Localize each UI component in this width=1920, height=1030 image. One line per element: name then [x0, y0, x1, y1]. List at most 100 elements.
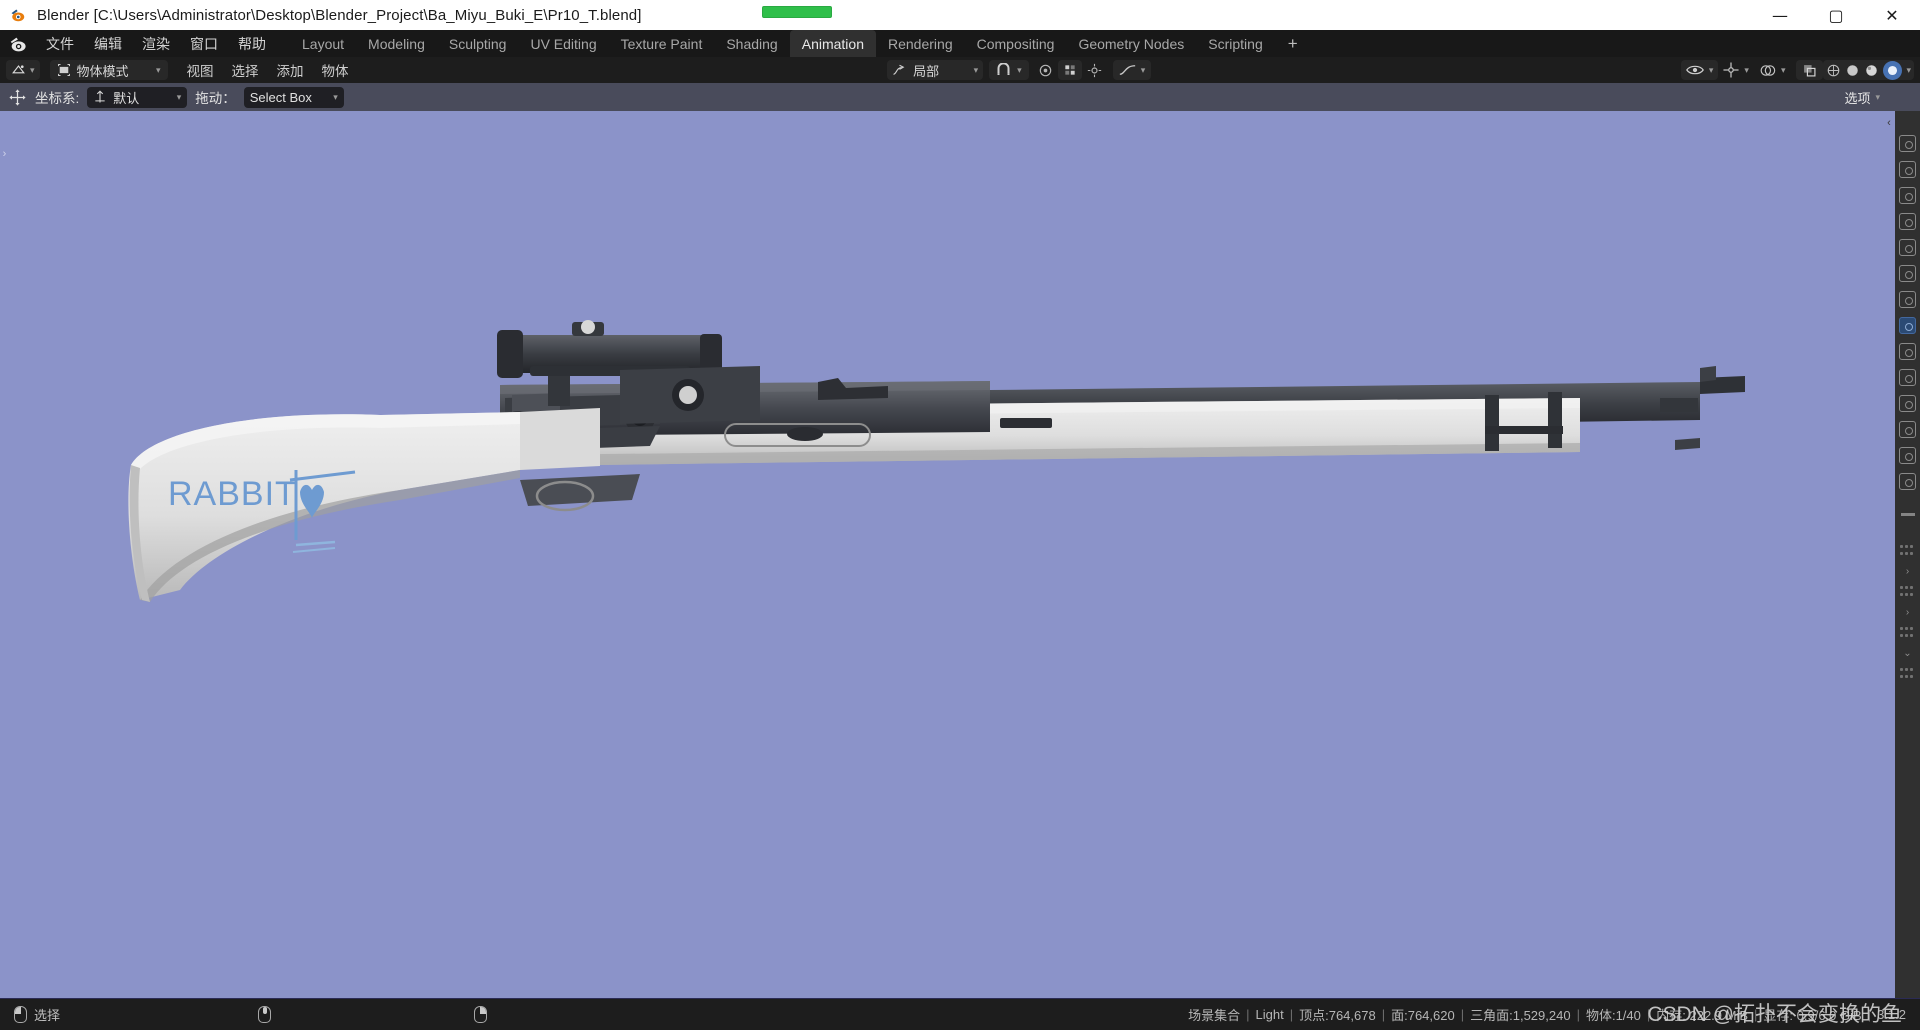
constraint-properties-tab-icon[interactable] — [1899, 421, 1916, 438]
snapping-chevron-down-icon: ▾ — [1017, 64, 1022, 75]
gizmo-toggle[interactable]: ▾ — [1718, 60, 1754, 80]
interaction-mode-label: 物体模式 — [76, 63, 129, 79]
snap-with-selector[interactable] — [1057, 60, 1082, 80]
overlays-toggle[interactable]: ▾ — [1754, 60, 1791, 80]
proportional-falloff-selector[interactable]: ▾ — [1112, 60, 1152, 80]
drag-action-selector[interactable]: Select Box ▾ — [243, 86, 344, 108]
shading-rendered-icon — [1888, 65, 1898, 75]
viewlayer-properties-tab-icon[interactable] — [1899, 213, 1916, 230]
rail-chevron-down-icon[interactable]: ⌄ — [1903, 648, 1911, 659]
tab-compositing[interactable]: Compositing — [965, 30, 1067, 57]
menu-window[interactable]: 窗口 — [180, 30, 228, 58]
timeline-handle-icon[interactable] — [1900, 586, 1915, 598]
shading-chevron-down-icon: ▾ — [1906, 64, 1911, 75]
viewport-menu-select[interactable]: 选择 — [223, 57, 268, 83]
rail-chevron-icon-2[interactable]: › — [1906, 607, 1909, 618]
blender-logo-icon — [11, 9, 25, 22]
tool-options-label: 选项 — [1844, 91, 1871, 106]
tweak-tool-icon[interactable] — [8, 88, 27, 107]
stat-collection: 场景集合 — [1188, 1008, 1241, 1023]
scene-properties-tab-icon[interactable] — [1899, 239, 1916, 256]
add-workspace-button[interactable]: + — [1275, 30, 1311, 57]
material-properties-tab-icon[interactable] — [1899, 473, 1916, 490]
modifier-properties-tab-icon[interactable] — [1899, 343, 1916, 360]
mouse-middle-icon — [258, 1006, 272, 1023]
tab-uv-editing[interactable]: UV Editing — [518, 30, 608, 57]
coordinate-chevron-down-icon: ▾ — [176, 91, 182, 102]
rifle-model-render: RABBIT — [128, 320, 1745, 602]
tab-texture-paint[interactable]: Texture Paint — [609, 30, 715, 57]
close-button[interactable]: ✕ — [1864, 0, 1920, 30]
mouse-right-icon — [474, 1006, 488, 1023]
tool-properties-tab-icon[interactable] — [1899, 135, 1916, 152]
data-properties-tab-icon[interactable] — [1899, 447, 1916, 464]
coordinate-system-value: 默认 — [113, 90, 140, 106]
viewport-menu-add[interactable]: 添加 — [268, 57, 313, 83]
object-properties-tab-icon[interactable] — [1899, 317, 1916, 334]
gizmo-icon — [1723, 62, 1739, 78]
transform-orientation-selector[interactable]: 局部 ▾ — [887, 60, 984, 80]
visibility-chevron-down-icon: ▾ — [1708, 64, 1714, 75]
minimize-button[interactable]: — — [1752, 0, 1808, 30]
editor-type-button[interactable]: ▾ — [6, 60, 40, 80]
stat-objects: 物体:1/40 — [1585, 1008, 1641, 1023]
viewport-menu-view[interactable]: 视图 — [178, 57, 223, 83]
output-properties-tab-icon[interactable] — [1899, 187, 1916, 204]
status-bar: 选择 场景集合 | Light | 顶点:764,678 | 面:764,620… — [0, 998, 1920, 1030]
maximize-button[interactable]: ▢ — [1808, 0, 1864, 30]
extra-handle-icon[interactable] — [1900, 627, 1915, 639]
particle-properties-tab-icon[interactable] — [1899, 369, 1916, 386]
physics-properties-tab-icon[interactable] — [1899, 395, 1916, 412]
tab-animation[interactable]: Animation — [789, 30, 876, 57]
blender-window: Blender [C:\Users\Administrator\Desktop\… — [0, 0, 1920, 1030]
render-properties-tab-icon[interactable] — [1899, 161, 1916, 178]
proportional-edit-icon — [1039, 64, 1051, 76]
viewport-menu-object[interactable]: 物体 — [313, 57, 358, 83]
drag-chevron-down-icon: ▾ — [333, 91, 338, 102]
editor-type-chevron-down-icon: ▾ — [30, 64, 35, 75]
coordinate-system-selector[interactable]: 默认 ▾ — [87, 86, 188, 108]
snapping-toggle[interactable]: ▾ — [989, 60, 1029, 80]
blender-menu-icon[interactable] — [8, 33, 30, 55]
menu-help[interactable]: 帮助 — [228, 30, 276, 58]
extra-handle-icon-2[interactable] — [1900, 668, 1915, 680]
tab-rendering[interactable]: Rendering — [876, 30, 965, 57]
tab-geometry-nodes[interactable]: Geometry Nodes — [1066, 30, 1196, 57]
window-controls: — ▢ ✕ — [1752, 0, 1920, 30]
stat-memory: 内存: 222.9 MiB — [1656, 1008, 1749, 1023]
transform-orientation-icon — [893, 64, 905, 75]
3d-viewport[interactable]: › ‹ RABBIT — [0, 111, 1895, 998]
world-properties-tab-icon[interactable] — [1899, 265, 1916, 282]
stat-vertices: 顶点:764,678 — [1299, 1008, 1376, 1023]
overlays-icon — [1760, 64, 1776, 76]
stat-vram: 显存: 0.9/6.0 GiB — [1763, 1008, 1862, 1023]
title-progress-bar — [762, 6, 832, 18]
snap-target-icon — [1065, 65, 1075, 75]
proportional-editing-toggle[interactable] — [1033, 60, 1058, 80]
tab-shading[interactable]: Shading — [714, 30, 789, 57]
tool-options-button[interactable]: 选项 ▾ — [1844, 87, 1880, 108]
menu-file[interactable]: 文件 — [36, 30, 84, 58]
collection-properties-tab-icon[interactable] — [1899, 291, 1916, 308]
menu-render[interactable]: 渲染 — [132, 30, 180, 58]
rail-chevron-icon[interactable]: › — [1906, 566, 1909, 577]
tab-layout[interactable]: Layout — [290, 30, 356, 57]
viewport-header: ▾ 物体模式 ▾ 视图 选择 添加 物体 局部 ▾ ▾ ▾ ▾ ▾ ▾ ▾ — [0, 57, 1920, 83]
falloff-curve-icon — [1119, 65, 1135, 75]
menu-edit[interactable]: 编辑 — [84, 30, 132, 58]
tab-sculpting[interactable]: Sculpting — [437, 30, 519, 57]
tab-scripting[interactable]: Scripting — [1196, 30, 1274, 57]
viewport-visibility-selector[interactable]: ▾ — [1680, 60, 1719, 80]
xray-toggle[interactable] — [1796, 60, 1824, 80]
status-mouse-hints: 选择 — [14, 1005, 488, 1024]
drag-action-value: Select Box — [249, 89, 312, 105]
stat-faces: 面:764,620 — [1391, 1008, 1455, 1023]
interaction-mode-selector[interactable]: 物体模式 ▾ — [49, 60, 168, 80]
transform-pivot-selector[interactable] — [1082, 60, 1107, 80]
xray-icon — [1804, 64, 1816, 76]
editor-type-icon — [12, 64, 25, 73]
dope-sheet-handle-icon[interactable] — [1900, 545, 1915, 557]
blender-top-bar: 文件 编辑 渲染 窗口 帮助 Layout Modeling Sculpting… — [0, 30, 1920, 84]
tab-modeling[interactable]: Modeling — [356, 30, 437, 57]
viewport-shading-group[interactable]: ▾ — [1823, 60, 1914, 80]
